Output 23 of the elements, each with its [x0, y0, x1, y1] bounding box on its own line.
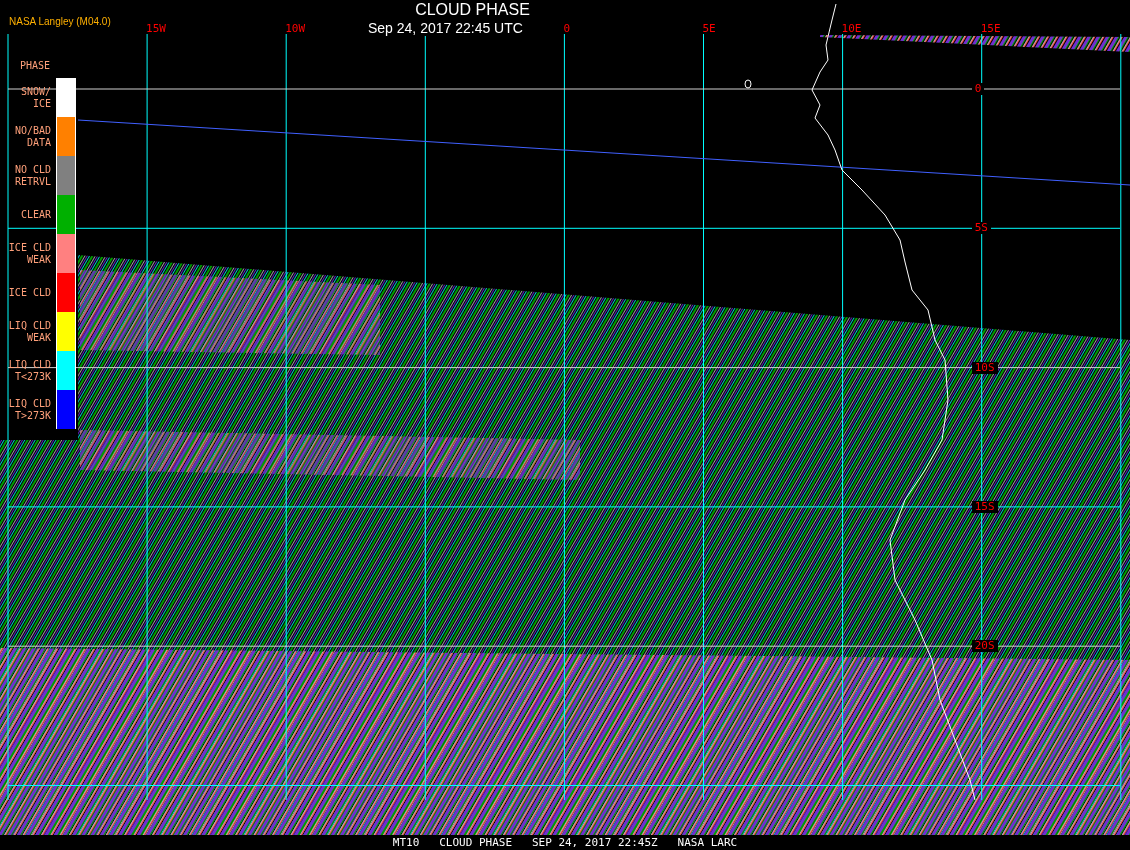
legend-label: LIQ CLD WEAK [7, 319, 51, 344]
longitude-label: 10E [840, 23, 863, 35]
legend-label: LIQ CLD T<273K [7, 358, 51, 383]
latitude-label: 5S [971, 222, 991, 235]
latitude-label: 20S [971, 640, 998, 653]
legend-label: CLEAR [19, 208, 51, 221]
longitude-label: 10W [284, 23, 307, 35]
legend-label: SNOW/ ICE [19, 85, 51, 110]
source-label: NASA Langley (M04.0) [9, 16, 111, 27]
legend-label: NO/BAD DATA [13, 124, 51, 149]
timestamp: Sep 24, 2017 22:45 UTC [368, 20, 523, 36]
longitude-label: 15E [979, 23, 1002, 35]
footer-caption: MT10 CLOUD PHASE SEP 24, 2017 22:45Z NASA LARC [391, 835, 739, 850]
legend-label: ICE CLD [7, 286, 51, 299]
longitude-label: 5E [701, 23, 717, 35]
latitude-label: 0 [971, 83, 985, 95]
map-title: CLOUD PHASE [414, 0, 531, 19]
longitude-label: 0 [562, 23, 571, 35]
legend-label: NO CLD RETRVL [13, 163, 51, 188]
legend-label: ICE CLD WEAK [7, 241, 51, 266]
legend-title: PHASE [20, 60, 51, 73]
longitude-label: 15W [145, 23, 167, 35]
legend-label: LIQ CLD T>273K [7, 397, 51, 422]
